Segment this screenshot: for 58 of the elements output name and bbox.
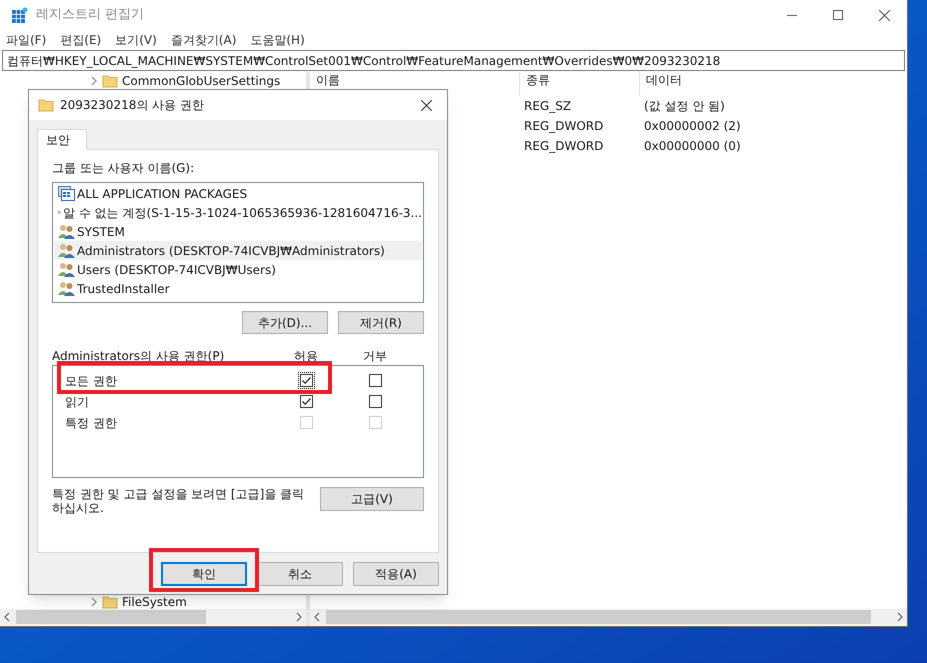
advanced-button[interactable]: 고급(V)	[320, 487, 424, 511]
users-icon	[58, 262, 75, 277]
menu-item[interactable]: 보기(V)	[115, 31, 157, 49]
table-cell-text: 0x00000002 (2)	[643, 118, 742, 135]
table-cell-text: 0x00000000 (0)	[643, 138, 742, 155]
dialog-title: 2093230218의 사용 권한	[60, 97, 204, 114]
horizontal-scrollbar[interactable]	[310, 609, 907, 625]
menu-item[interactable]: 파일(F)	[6, 31, 46, 49]
list-item[interactable]: 알 수 없는 계정(S-1-15-3-1024-1065365936-1281604716-3...	[54, 203, 422, 222]
check-icon	[301, 375, 312, 386]
checkbox[interactable]	[367, 393, 384, 410]
list-item[interactable]: ALL APPLICATION PACKAGES	[54, 184, 422, 203]
tab[interactable]: 보안	[37, 129, 87, 150]
users-icon	[58, 224, 75, 239]
window-title: 레지스트리 편집기	[36, 6, 144, 24]
chevron-icon[interactable]	[90, 596, 98, 606]
grid-icon	[12, 7, 28, 23]
advanced-note: 특정 권한 및 고급 설정을 보려면 [고급]을 클릭하십시오.	[52, 487, 306, 515]
folder-icon	[38, 97, 54, 113]
permission-name: 읽기	[65, 394, 90, 410]
users-icon	[58, 243, 75, 258]
list-item[interactable]: TrustedInstaller	[54, 279, 422, 298]
horizontal-scrollbar[interactable]	[0, 609, 306, 625]
dialog-button[interactable]: 취소	[257, 562, 343, 586]
dialog-button[interactable]: 확인	[161, 562, 247, 586]
permission-name: 모든 권한	[65, 372, 118, 390]
close-icon	[878, 10, 890, 20]
list-item[interactable]: Administrators (DESKTOP-74ICVBJ₩Administrators)	[54, 241, 422, 260]
principal-list[interactable]: ALL APPLICATION PACKAGES 알 수 없는 계정(S-1-15-3-1024-1065365936-1281604716-3... SYSTEM Administrators (DESKTOP-74ICVBJ₩Administrators) Users (DESKTOP-74ICVBJ₩Users) TrustedInstaller	[52, 182, 424, 303]
users-icon	[58, 281, 75, 296]
tree-item[interactable]: CommonGlobUserSettings	[122, 74, 280, 88]
chevron-icon[interactable]	[90, 76, 98, 86]
column-header[interactable]: 데이터	[646, 74, 682, 87]
group-label: 그룹 또는 사용자 이름(G):	[52, 160, 196, 177]
column-header[interactable]: 종류	[526, 74, 550, 87]
list-item[interactable]: SYSTEM	[54, 222, 422, 241]
check-icon	[301, 396, 312, 407]
checkbox[interactable]	[298, 393, 315, 410]
dialog-button[interactable]: 적용(A)	[353, 562, 439, 586]
checkbox[interactable]	[367, 372, 384, 389]
checkbox[interactable]	[298, 372, 315, 389]
list-item[interactable]: Users (DESKTOP-74ICVBJ₩Users)	[54, 260, 422, 279]
table-cell-text: REG_SZ	[523, 98, 572, 115]
remove-button[interactable]: 제거(R)	[338, 311, 424, 334]
menu-item[interactable]: 도움말(H)	[250, 31, 305, 49]
permission-name: 특정 권한	[65, 414, 118, 432]
add-button[interactable]: 추가(D)...	[242, 311, 328, 334]
table-cell-text: REG_DWORD	[523, 118, 604, 135]
close-icon	[420, 100, 432, 110]
table-cell-text: (값 설정 안 됨)	[643, 98, 726, 115]
table-cell-text: REG_DWORD	[523, 138, 604, 155]
tree-item[interactable]: FileSystem	[122, 594, 187, 608]
column-header: 거부	[362, 348, 388, 365]
windows-icon	[58, 186, 75, 201]
column-header[interactable]: 이름	[316, 74, 340, 87]
menu-item[interactable]: 즐겨찾기(A)	[170, 31, 236, 49]
address-field[interactable]: 컴퓨터₩HKEY_LOCAL_MACHINE₩SYSTEM₩ControlSet001₩Control₩FeatureManagement₩Overrides₩0₩2093230218	[2, 50, 905, 71]
menu-item[interactable]: 편집(E)	[60, 31, 102, 49]
